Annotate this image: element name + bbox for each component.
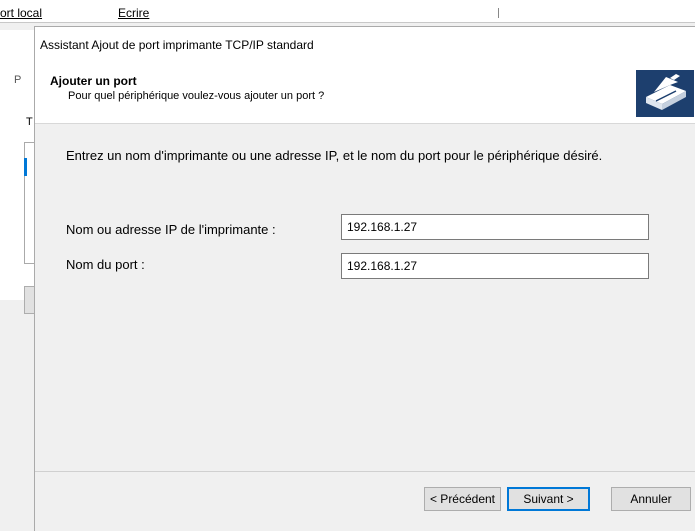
ip-address-label: Nom ou adresse IP de l'imprimante : (66, 222, 276, 237)
background-tab-bar: ort local Ecrire (0, 0, 695, 23)
instruction-text: Entrez un nom d'imprimante ou une adress… (66, 148, 603, 163)
next-button[interactable]: Suivant > (507, 487, 590, 511)
wizard-body: Entrez un nom d'imprimante ou une adress… (35, 124, 695, 472)
printer-port-icon (636, 70, 694, 117)
background-list-selection (24, 158, 27, 176)
back-button[interactable]: < Précédent (424, 487, 501, 511)
background-panel: P T (0, 30, 38, 314)
wizard-step-title: Ajouter un port (50, 74, 137, 88)
add-port-wizard-dialog: Assistant Ajout de port imprimante TCP/I… (34, 26, 695, 531)
wizard-step-subtitle: Pour quel périphérique voulez-vous ajout… (68, 90, 325, 102)
port-name-input[interactable] (341, 253, 649, 279)
cancel-button[interactable]: Annuler (611, 487, 691, 511)
tab-separator (498, 8, 499, 18)
port-name-label: Nom du port : (66, 257, 145, 272)
wizard-header: Ajouter un port Pour quel périphérique v… (35, 61, 695, 124)
background-panel-p-text: P (14, 74, 22, 86)
ip-address-input[interactable] (341, 214, 649, 240)
footer-divider (35, 471, 695, 472)
dialog-title: Assistant Ajout de port imprimante TCP/I… (40, 38, 314, 52)
tab-write[interactable]: Ecrire (118, 6, 149, 20)
dialog-titlebar[interactable]: Assistant Ajout de port imprimante TCP/I… (35, 27, 695, 61)
tab-local-port[interactable]: ort local (0, 6, 42, 20)
background-panel-t-text: T (26, 116, 33, 128)
